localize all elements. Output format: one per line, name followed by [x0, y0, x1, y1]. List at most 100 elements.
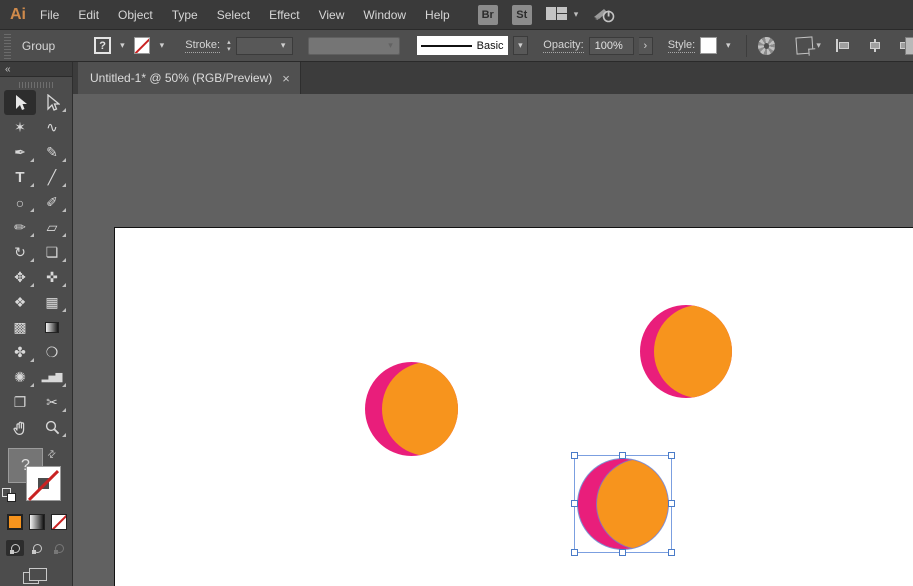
stroke-chevron-down-icon[interactable]: ▾ [155, 37, 168, 54]
circle-orange-part [653, 305, 732, 398]
screen-mode-button[interactable] [23, 568, 49, 586]
control-bar: Group ? ▾ ▾ Stroke: ▴ ▾ ▾ ▾ Basic ▾ Opaci… [0, 30, 913, 62]
curvature-icon: ✎ [46, 144, 58, 160]
brush-definition-value: Basic [476, 39, 504, 52]
document-tab[interactable]: Untitled-1* @ 50% (RGB/Preview) × [78, 62, 301, 94]
stock-button[interactable]: St [511, 4, 532, 25]
tool-selection[interactable] [4, 90, 36, 115]
tool-eraser[interactable]: ▱ [36, 215, 68, 240]
selection-handle-bottom-right[interactable] [668, 549, 675, 556]
align-more-icon[interactable] [905, 37, 913, 55]
stroke-weight-chevron-down-icon: ▾ [280, 40, 286, 50]
tool-column-graph[interactable]: ▂▅▇ [36, 365, 68, 390]
tool-mesh[interactable]: ▩ [4, 315, 36, 340]
selection-handle-left[interactable] [571, 500, 578, 507]
tool-artboard[interactable]: ❐ [4, 390, 36, 415]
circle-shape-middle-left[interactable] [365, 362, 458, 456]
tool-rotate[interactable]: ↻ [4, 240, 36, 265]
panel-grip[interactable] [19, 82, 53, 88]
tool-paintbrush[interactable]: ✐ [36, 190, 68, 215]
stroke-weight-stepper[interactable]: ▴ ▾ [227, 39, 231, 53]
draw-behind-button[interactable] [28, 540, 46, 556]
tool-direct-selection[interactable] [36, 90, 68, 115]
selection-handle-bottom[interactable] [619, 549, 626, 556]
tool-puppet-warp[interactable]: ✜ [36, 265, 68, 290]
selection-handle-right[interactable] [668, 500, 675, 507]
opacity-label[interactable]: Opacity: [543, 39, 584, 53]
brush-chevron-down-icon[interactable]: ▾ [512, 36, 529, 55]
gradient-button[interactable] [29, 514, 45, 530]
draw-normal-button[interactable] [6, 540, 24, 556]
tool-curvature[interactable]: ✎ [36, 140, 68, 165]
brush-definition-select[interactable]: Basic [417, 36, 508, 55]
tool-pen[interactable]: ✒ [4, 140, 36, 165]
menu-file[interactable]: File [40, 8, 59, 22]
menu-select[interactable]: Select [217, 8, 250, 22]
tool-lasso[interactable]: ∿ [36, 115, 68, 140]
fill-color-swatch[interactable]: ? [94, 37, 111, 54]
tool-shape-builder[interactable]: ❖ [4, 290, 36, 315]
swap-fill-stroke-icon[interactable]: ⇄ [45, 448, 59, 462]
selection-handle-top-left[interactable] [571, 452, 578, 459]
circle-shape-top-right[interactable] [640, 305, 732, 398]
bridge-button[interactable]: Br [477, 4, 498, 25]
tool-zoom[interactable] [36, 415, 68, 440]
chevron-down-icon: ▾ [573, 9, 579, 19]
menu-edit[interactable]: Edit [78, 8, 99, 22]
none-slash-icon [27, 469, 60, 501]
tool-symbol-sprayer[interactable]: ✺ [4, 365, 36, 390]
tool-blend[interactable]: ❍ [36, 340, 68, 365]
tool-scale[interactable]: ❏ [36, 240, 68, 265]
color-button[interactable] [7, 514, 23, 530]
style-chevron-down-icon[interactable]: ▾ [722, 37, 735, 54]
tool-line-segment[interactable]: ╱ [36, 165, 68, 190]
menu-type[interactable]: Type [172, 8, 198, 22]
menu-window[interactable]: Window [363, 8, 406, 22]
align-left-icon[interactable] [835, 39, 852, 52]
align-center-icon[interactable] [867, 39, 883, 52]
tab-close-button[interactable]: × [282, 72, 290, 85]
puppet-warp-icon: ✜ [46, 269, 58, 285]
tool-gradient[interactable] [36, 315, 68, 340]
tool-eyedropper[interactable]: ✤ [4, 340, 36, 365]
none-button[interactable] [51, 514, 67, 530]
eyedropper-icon: ✤ [14, 344, 26, 360]
fill-chevron-down-icon[interactable]: ▾ [116, 37, 129, 54]
default-fill-stroke-icon[interactable] [2, 488, 16, 502]
menu-help[interactable]: Help [425, 8, 450, 22]
tool-magic-wand[interactable]: ✶ [4, 115, 36, 140]
tool-shaper[interactable]: ✏ [4, 215, 36, 240]
stroke-proxy-none-swatch[interactable] [26, 466, 61, 501]
tool-type[interactable]: T [4, 165, 36, 190]
stroke-weight-select[interactable]: ▾ [235, 36, 293, 55]
stroke-label[interactable]: Stroke: [185, 39, 221, 53]
artboard[interactable] [115, 228, 913, 586]
selection-context-label: Group [21, 38, 56, 53]
selection-handle-top-right[interactable] [668, 452, 675, 459]
arrange-documents-control[interactable]: ▾ [545, 7, 579, 22]
opacity-expand-button[interactable]: › [638, 36, 653, 55]
style-label[interactable]: Style: [667, 39, 696, 53]
tool-slice[interactable]: ✂ [36, 390, 68, 415]
lasso-icon: ∿ [46, 119, 58, 135]
menu-view[interactable]: View [319, 8, 345, 22]
selection-handle-top[interactable] [619, 452, 626, 459]
stroke-color-none-swatch[interactable] [133, 37, 151, 54]
selection-bounding-box[interactable] [571, 452, 675, 556]
menu-object[interactable]: Object [118, 8, 153, 22]
opacity-input[interactable]: 100% [588, 36, 634, 55]
style-swatch[interactable] [700, 37, 717, 54]
tool-perspective-grid[interactable]: ▦ [36, 290, 68, 315]
canvas-pasteboard[interactable] [73, 94, 913, 586]
gpu-performance-icon[interactable] [592, 6, 616, 23]
transform-control[interactable]: ▾ [795, 36, 821, 55]
menu-effect[interactable]: Effect [269, 8, 299, 22]
tool-width[interactable]: ✥ [4, 265, 36, 290]
tool-hand[interactable] [4, 415, 36, 440]
selection-handle-bottom-left[interactable] [571, 549, 578, 556]
tool-ellipse[interactable]: ○ [4, 190, 36, 215]
recolor-artwork-icon[interactable] [757, 36, 776, 55]
rotate-icon: ↻ [14, 244, 26, 260]
panel-collapse-button[interactable]: « [5, 64, 11, 75]
control-bar-grip[interactable] [4, 32, 11, 59]
